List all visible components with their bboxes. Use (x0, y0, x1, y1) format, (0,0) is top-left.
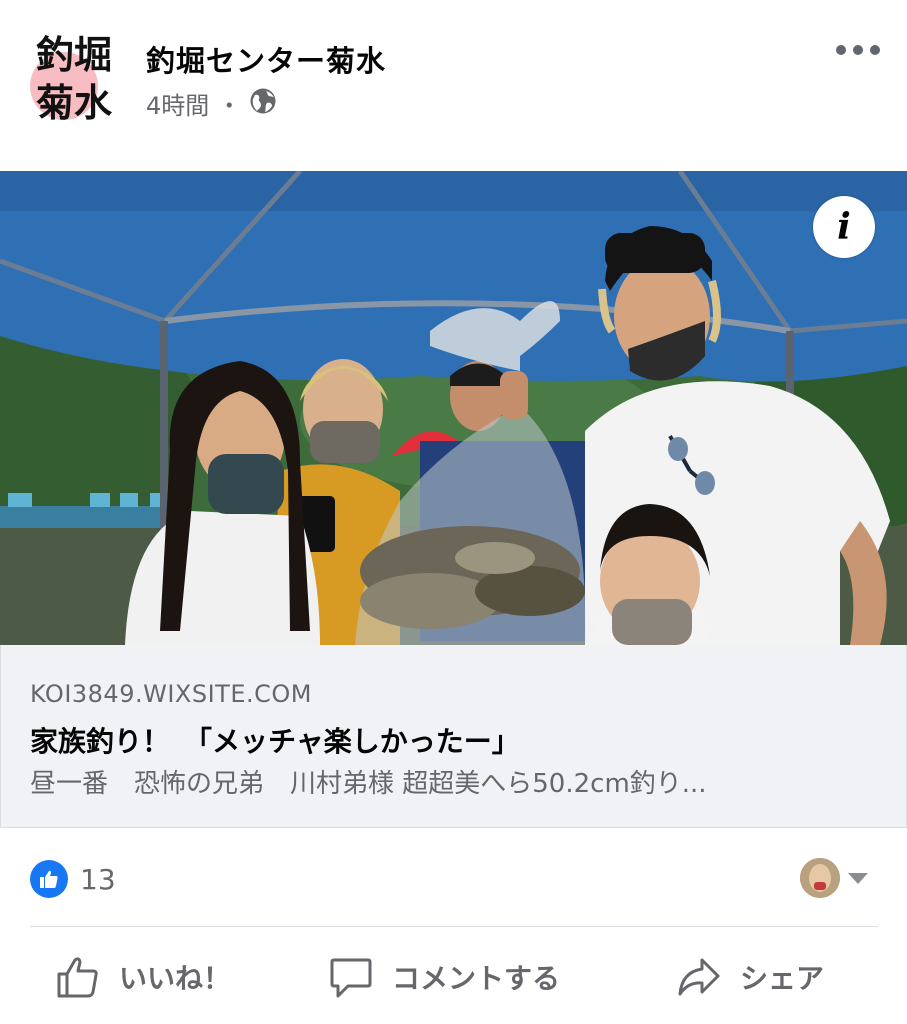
post-meta: 4時間 ・ (146, 86, 277, 121)
post-photo[interactable] (0, 171, 907, 645)
like-label: いいね！ (119, 962, 232, 995)
more-icon[interactable] (836, 38, 880, 62)
link-domain: KOI3849.WIXSITE.COM (30, 680, 312, 708)
thumbs-up-icon (30, 860, 68, 898)
page-avatar[interactable]: 釣堀 菊水 (30, 28, 126, 125)
info-icon[interactable]: i (813, 196, 875, 258)
link-title[interactable]: 家族釣り！ 「メッチャ楽しかったー」 (30, 720, 520, 760)
thumbs-up-outline-icon (57, 957, 98, 998)
svg-text:菊水: 菊水 (36, 81, 113, 124)
link-description: 昼一番 恐怖の兄弟 川村弟様 超超美へら50.2cm釣り... (30, 769, 707, 799)
like-button[interactable]: いいね！ (55, 945, 231, 1009)
avatar (800, 858, 840, 898)
comment-button[interactable]: コメントする (328, 945, 560, 1009)
like-count: 13 (80, 862, 116, 896)
share-icon (678, 958, 720, 996)
reaction-summary[interactable]: 13 (30, 860, 116, 898)
share-button[interactable]: シェア (676, 945, 824, 1009)
comment-label: コメントする (392, 962, 561, 995)
globe-icon (249, 87, 277, 121)
action-bar: いいね！ コメントする シェア (0, 945, 907, 1009)
share-label: シェア (740, 962, 825, 995)
svg-text:釣堀: 釣堀 (36, 33, 112, 77)
post-time[interactable]: 4時間 (146, 86, 209, 121)
caret-down-icon (848, 872, 868, 884)
page-name[interactable]: 釣堀センター菊水 (146, 38, 386, 80)
viewer-selector[interactable] (800, 858, 868, 898)
divider (30, 926, 878, 927)
comment-icon (330, 958, 372, 998)
meta-separator: ・ (217, 92, 242, 120)
post-header: 釣堀 菊水 釣堀センター菊水 4時間 ・ (0, 0, 907, 150)
